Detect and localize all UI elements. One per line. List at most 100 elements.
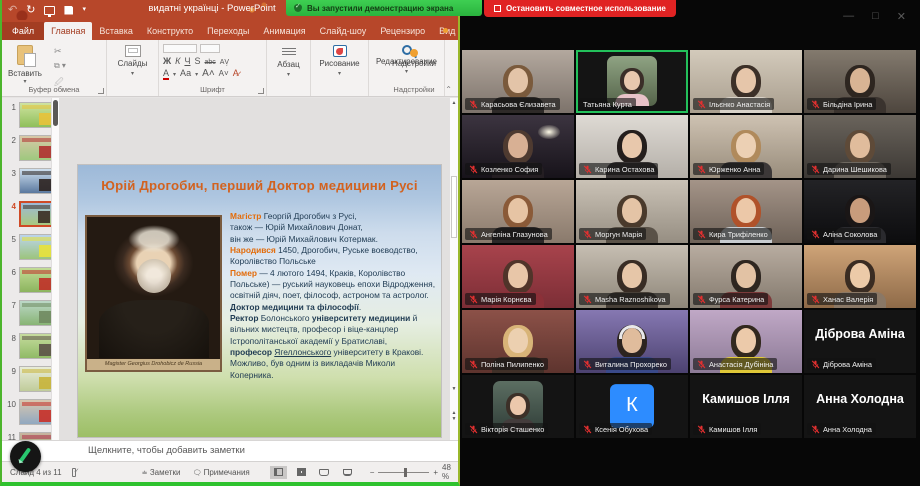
- zoom-out-button[interactable]: −: [370, 468, 375, 477]
- char-spacing-button[interactable]: АV͔: [220, 59, 229, 66]
- addins-label: Надстройки: [392, 59, 436, 68]
- underline-button[interactable]: Ч: [184, 56, 190, 66]
- paragraph-button[interactable]: Абзац ▾: [267, 40, 310, 96]
- paste-icon: [17, 45, 33, 65]
- spellcheck-icon[interactable]: [72, 468, 76, 477]
- participant-tile[interactable]: Анна ХолоднаАнна Холодна: [804, 375, 916, 438]
- font-group: Ж К Ч S abc АV͔ А▾ Аа▾ А˄ А˅ А̷ Шрифт: [159, 40, 267, 96]
- mic-muted-icon: [583, 230, 592, 239]
- participant-tile[interactable]: Більдіна Ірина: [804, 50, 916, 113]
- slide-canvas[interactable]: Юрій Дрогобич, перший Доктор медицини Ру…: [78, 165, 441, 437]
- drawing-button[interactable]: Рисование ▾: [311, 40, 368, 96]
- participant-tile[interactable]: Дарина Шешикова: [804, 115, 916, 178]
- participant-tile[interactable]: Аліна Соколова: [804, 180, 916, 243]
- copy-icon[interactable]: ⧉ ▾: [54, 61, 66, 71]
- ribbon: Вставить ▾ ✂ ⧉ ▾ 🖉 Буфер обмена Слайды ▾: [2, 40, 458, 97]
- window-controls: — □ ✕: [843, 10, 906, 23]
- participant-tile[interactable]: Анастасія Дубініна: [690, 310, 802, 373]
- participant-tile[interactable]: Марія Корнєва: [462, 245, 574, 308]
- start-slideshow-icon[interactable]: [44, 6, 55, 15]
- clear-format-button[interactable]: А̷: [233, 68, 239, 78]
- close-button[interactable]: ✕: [897, 10, 906, 23]
- paste-button[interactable]: Вставить ▾: [8, 45, 42, 85]
- undo-icon[interactable]: ↶: [8, 4, 17, 16]
- editor-scrollbar[interactable]: ▲ ▼ ▲▼: [449, 98, 458, 440]
- bold-button[interactable]: Ж: [163, 56, 171, 66]
- grow-font-button[interactable]: А˄: [202, 68, 215, 79]
- slideshow-button[interactable]: [339, 466, 356, 479]
- cut-icon[interactable]: ✂: [54, 46, 66, 57]
- minimize-button[interactable]: —: [843, 10, 854, 23]
- tab-file[interactable]: Файл: [2, 22, 44, 40]
- clipboard-dialog-launcher[interactable]: [98, 88, 104, 94]
- participant-tile[interactable]: Татьяна Курта: [576, 50, 688, 113]
- slide-editor: Юрій Дрогобич, перший Доктор медицини Ру…: [59, 98, 458, 440]
- notes-pane[interactable]: Щелкните, чтобы добавить заметки: [2, 440, 458, 461]
- save-icon[interactable]: [64, 6, 73, 15]
- participant-tile[interactable]: Моргун Марія: [576, 180, 688, 243]
- font-dialog-launcher[interactable]: [258, 88, 264, 94]
- participant-tile[interactable]: Masha Raznoshikova: [576, 245, 688, 308]
- participant-tile[interactable]: Ангеліна Глазунова: [462, 180, 574, 243]
- tab-Главная[interactable]: Главная: [44, 22, 92, 40]
- participant-tile[interactable]: Фурса Катерина: [690, 245, 802, 308]
- participant-tile[interactable]: Карасьова Єлизавета: [462, 50, 574, 113]
- tab-Рецензиро[interactable]: Рецензиро: [373, 22, 432, 40]
- normal-view-button[interactable]: [270, 466, 287, 479]
- participant-tile[interactable]: Юрженко Анна: [690, 115, 802, 178]
- participant-tile[interactable]: ККсенія Обухова: [576, 375, 688, 438]
- tab-Анимация[interactable]: Анимация: [256, 22, 312, 40]
- notes-toggle[interactable]: ≐ Заметки: [142, 468, 181, 477]
- annotation-pen-button[interactable]: [10, 441, 41, 472]
- tab-Слайд-шоу[interactable]: Слайд-шоу: [313, 22, 374, 40]
- tab-Конструкто[interactable]: Конструкто: [140, 22, 200, 40]
- prev-next-slide-buttons[interactable]: ▲▼: [450, 410, 458, 422]
- font-color-button[interactable]: А: [163, 68, 169, 80]
- maximize-button[interactable]: □: [872, 10, 879, 23]
- stop-share-button[interactable]: Остановить совместное использование: [484, 0, 676, 17]
- share-banner-label: Вы запустили демонстрацию экрана: [307, 4, 453, 13]
- shrink-font-button[interactable]: А˅: [219, 69, 229, 78]
- collapse-ribbon-icon[interactable]: ⌃: [445, 85, 452, 94]
- comments-toggle[interactable]: 🗨 Примечания: [192, 468, 249, 477]
- font-name-combobox[interactable]: [163, 44, 197, 53]
- participant-big-name: Анна Холодна: [804, 392, 916, 406]
- font-size-combobox[interactable]: [200, 44, 220, 53]
- qat-customize-icon[interactable]: ▾: [82, 4, 86, 16]
- slide-sorter-button[interactable]: [293, 466, 310, 479]
- strikethrough-button[interactable]: abc: [204, 59, 215, 66]
- zoom-value[interactable]: 48 %: [442, 463, 458, 481]
- slides-button[interactable]: Слайды ▾: [107, 40, 158, 96]
- zoom-slider[interactable]: [378, 472, 429, 473]
- participant-tile[interactable]: Ханас Валерія: [804, 245, 916, 308]
- slide-body-text: Магістр Георгій Дрогобич з Русі,також — …: [230, 211, 436, 381]
- shadow-button[interactable]: S: [194, 56, 200, 66]
- reading-view-button[interactable]: [316, 466, 333, 479]
- participant-tile[interactable]: Поліна Пилипенко: [462, 310, 574, 373]
- participant-tile[interactable]: Вікторія Сташенко: [462, 375, 574, 438]
- participant-tile[interactable]: Ільєнко Анастасія: [690, 50, 802, 113]
- participant-name-label: Аліна Соколова: [807, 228, 881, 240]
- thumbnail-scrollbar[interactable]: ▼: [51, 98, 59, 461]
- participant-tile[interactable]: Козленко София: [462, 115, 574, 178]
- participant-name-label: Карасьова Єлизавета: [465, 98, 560, 110]
- participant-name-label: Кира Трифіленко: [693, 228, 772, 240]
- tab-Переходы[interactable]: Переходы: [200, 22, 256, 40]
- participant-name-label: Юрженко Анна: [693, 163, 764, 175]
- zoom-in-button[interactable]: +: [433, 468, 438, 477]
- slides-caret-icon: ▾: [131, 70, 134, 77]
- status-bar: Слайд 4 из 11 ≐ Заметки 🗨 Примечания − +…: [2, 461, 458, 482]
- participant-tile[interactable]: Карина Остахова: [576, 115, 688, 178]
- mic-muted-icon: [583, 295, 592, 304]
- slide-thumbnail-panel: 1234567891011 ▼: [2, 98, 59, 440]
- participant-name-label: Діброва Аміна: [807, 358, 876, 370]
- participant-tile[interactable]: Камишов ІлляКамишов Ілля: [690, 375, 802, 438]
- redo-icon[interactable]: ↻: [26, 4, 35, 16]
- participant-name-label: Вікторія Сташенко: [465, 423, 548, 435]
- change-case-button[interactable]: Аа: [180, 68, 191, 78]
- participant-tile[interactable]: Діброва АмінаДіброва Аміна: [804, 310, 916, 373]
- participant-tile[interactable]: Виталина Прохореко: [576, 310, 688, 373]
- italic-button[interactable]: К: [175, 56, 180, 66]
- tab-Вставка[interactable]: Вставка: [92, 22, 139, 40]
- participant-tile[interactable]: Кира Трифіленко: [690, 180, 802, 243]
